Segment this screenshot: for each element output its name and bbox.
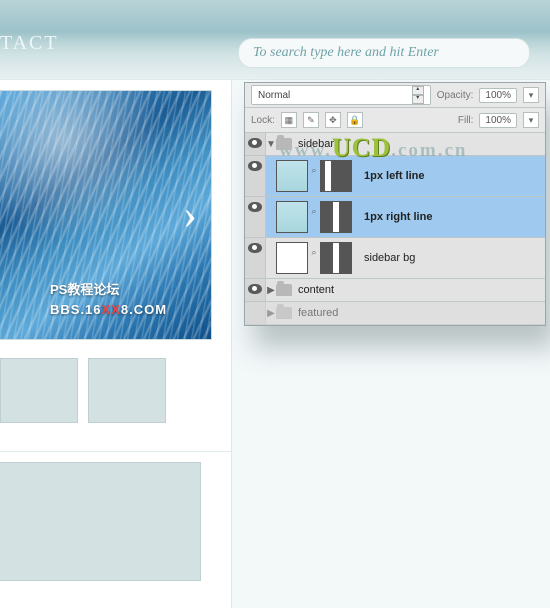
featured-image[interactable]: › PS教程论坛 BBS.16XX8.COM bbox=[0, 90, 212, 340]
layer-sidebar-bg[interactable]: ⌕ sidebar bg bbox=[245, 238, 545, 279]
layer-right-line[interactable]: ⌕ 1px right line bbox=[245, 197, 545, 238]
thumbnail[interactable] bbox=[88, 358, 166, 423]
folder-icon bbox=[276, 284, 292, 296]
stepper-icon[interactable]: ▴▾ bbox=[412, 86, 424, 104]
visibility-icon[interactable] bbox=[248, 307, 262, 317]
layer-group-content[interactable]: ▶ content bbox=[245, 279, 545, 302]
visibility-icon[interactable] bbox=[248, 202, 262, 212]
lock-label: Lock: bbox=[251, 115, 275, 126]
visibility-icon[interactable] bbox=[248, 243, 262, 253]
right-column: Normal ▴▾ Opacity: 100% ▾ Lock: ▦ ✎ ✥ 🔒 … bbox=[232, 80, 550, 608]
layer-group-sidebar[interactable]: ▼ sidebar bbox=[245, 133, 545, 156]
layer-mask-icon bbox=[320, 160, 352, 192]
folder-icon bbox=[276, 307, 292, 319]
visibility-icon[interactable] bbox=[248, 161, 262, 171]
visibility-icon[interactable] bbox=[248, 138, 262, 148]
nav-contact[interactable]: TACT bbox=[0, 32, 59, 55]
blend-row: Normal ▴▾ Opacity: 100% ▾ bbox=[245, 83, 545, 108]
lock-all-icon[interactable]: 🔒 bbox=[347, 112, 363, 128]
layer-group-featured[interactable]: ▶ featured bbox=[245, 302, 545, 325]
fill-value[interactable]: 100% bbox=[479, 113, 517, 128]
blend-mode-select[interactable]: Normal ▴▾ bbox=[251, 85, 431, 105]
link-icon: ⌕ bbox=[310, 160, 318, 180]
layer-left-line[interactable]: ⌕ 1px left line bbox=[245, 156, 545, 197]
visibility-icon[interactable] bbox=[248, 284, 262, 294]
disclosure-icon[interactable]: ▶ bbox=[266, 285, 276, 296]
layer-thumb-icon bbox=[276, 160, 308, 192]
caption-line1: PS教程论坛 bbox=[50, 280, 167, 300]
header: TACT To search type here and hit Enter bbox=[0, 0, 550, 80]
opacity-value[interactable]: 100% bbox=[479, 88, 517, 103]
layer-mask-icon bbox=[320, 242, 352, 274]
link-icon: ⌕ bbox=[310, 201, 318, 221]
lock-row: Lock: ▦ ✎ ✥ 🔒 Fill: 100% ▾ bbox=[245, 108, 545, 133]
opacity-label: Opacity: bbox=[437, 90, 474, 101]
thumbnail[interactable] bbox=[0, 358, 78, 423]
lock-pixels-icon[interactable]: ✎ bbox=[303, 112, 319, 128]
opacity-dropdown-icon[interactable]: ▾ bbox=[523, 87, 539, 103]
left-column: › PS教程论坛 BBS.16XX8.COM bbox=[0, 80, 232, 608]
content-placeholder bbox=[0, 462, 201, 581]
layers-list: ▼ sidebar ⌕ 1px left line bbox=[245, 133, 545, 325]
layer-mask-icon bbox=[320, 201, 352, 233]
image-caption: PS教程论坛 BBS.16XX8.COM bbox=[50, 280, 167, 319]
layer-thumb-icon bbox=[276, 201, 308, 233]
lock-transparent-icon[interactable]: ▦ bbox=[281, 112, 297, 128]
link-icon: ⌕ bbox=[310, 242, 318, 262]
disclosure-icon[interactable]: ▼ bbox=[266, 139, 276, 150]
thumbnail-row bbox=[0, 358, 231, 423]
divider bbox=[0, 451, 231, 452]
lock-position-icon[interactable]: ✥ bbox=[325, 112, 341, 128]
next-arrow-icon[interactable]: › bbox=[183, 191, 197, 239]
search-input[interactable]: To search type here and hit Enter bbox=[238, 38, 530, 68]
layers-panel: Normal ▴▾ Opacity: 100% ▾ Lock: ▦ ✎ ✥ 🔒 … bbox=[244, 82, 546, 326]
disclosure-icon[interactable]: ▶ bbox=[266, 308, 276, 319]
layer-thumb-icon bbox=[276, 242, 308, 274]
fill-label: Fill: bbox=[458, 115, 474, 126]
folder-icon bbox=[276, 138, 292, 150]
fill-dropdown-icon[interactable]: ▾ bbox=[523, 112, 539, 128]
